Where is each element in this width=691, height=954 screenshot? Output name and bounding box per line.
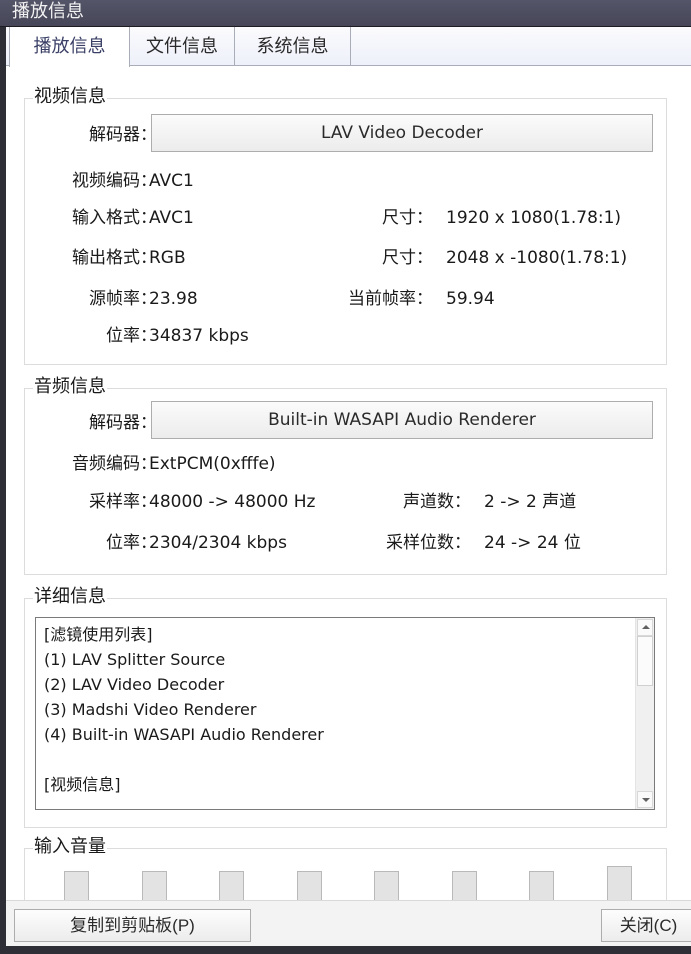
playback-info-dialog: 播放信息 文件信息 系统信息 视频信息 解码器： LAV Video Decod… [6,27,691,948]
tab-system-info[interactable]: 系统信息 [235,27,351,66]
detail-line: (3) Madshi Video Renderer [44,700,257,719]
bit-depth-value: 24 -> 24 位 [484,533,581,553]
source-fps-label: 源帧率： [89,289,157,309]
dialog-footer: 复制到剪贴板(P) 关闭(C) [6,900,691,948]
sample-rate-label: 采样率： [89,492,157,512]
tab-file-info[interactable]: 文件信息 [130,27,235,66]
input-format-label: 输入格式： [72,208,157,228]
detail-info-title: 详细信息 [33,586,107,608]
audio-bitrate-value: 2304/2304 kbps [149,533,287,553]
audio-info-title: 音频信息 [33,376,107,398]
detail-line [44,747,324,772]
arrow-up-icon [642,625,650,629]
current-fps-label: 当前帧率： [348,289,433,309]
channels-label: 声道数： [403,492,471,512]
detail-line: (2) LAV Video Decoder [44,675,225,694]
video-decoder-button[interactable]: LAV Video Decoder [151,114,653,152]
video-codec-value: AVC1 [149,171,194,191]
tab-playback-info[interactable]: 播放信息 [9,27,130,67]
sample-rate-value: 48000 -> 48000 Hz [149,492,316,512]
video-codec-label: 视频编码： [72,171,157,191]
output-format-label: 输出格式： [72,248,157,268]
scroll-thumb[interactable] [637,636,653,686]
video-info-group: 视频信息 解码器： LAV Video Decoder 视频编码： AVC1 输… [24,86,667,365]
detail-line: [视频信息] [44,775,121,794]
volume-meter-bar [142,871,167,901]
output-size-label: 尺寸： [382,248,433,268]
volume-meter-bar [529,871,554,901]
detail-info-group: 详细信息 [滤镜使用列表] (1) LAV Splitter Source (2… [24,586,667,828]
video-bitrate-value: 34837 kbps [149,326,249,346]
detail-line: (1) LAV Splitter Source [44,650,226,669]
detail-textarea[interactable]: [滤镜使用列表] (1) LAV Splitter Source (2) LAV… [35,617,655,810]
title-bar[interactable]: 播放信息 [0,0,691,27]
input-size-value: 1920 x 1080(1.78:1) [446,208,622,228]
detail-line: (4) Built-in WASAPI Audio Renderer [44,725,324,744]
scroll-up-button[interactable] [637,619,653,636]
channels-value: 2 -> 2 声道 [484,492,577,512]
output-format-value: RGB [149,248,186,268]
output-size-value: 2048 x -1080(1.78:1) [446,248,628,268]
video-info-title: 视频信息 [33,86,107,108]
bit-depth-label: 采样位数： [386,533,471,553]
audio-codec-label: 音频编码： [72,454,157,474]
arrow-down-icon [642,798,650,802]
audio-decoder-button[interactable]: Built-in WASAPI Audio Renderer [151,401,653,439]
input-size-label: 尺寸： [382,208,433,228]
detail-line: [滤镜使用列表] [44,625,153,644]
volume-meter-bar [64,871,89,901]
volume-meter-bar [219,871,244,901]
window-frame-bottom [0,946,691,954]
window-title: 播放信息 [12,1,84,22]
input-volume-title: 输入音量 [33,836,107,858]
scroll-down-button[interactable] [637,791,653,808]
volume-meter-bar [297,871,322,901]
input-format-value: AVC1 [149,208,194,228]
detail-lines: [滤镜使用列表] (1) LAV Splitter Source (2) LAV… [44,622,324,797]
volume-meter-bar [374,871,399,901]
current-fps-value: 59.94 [446,289,495,309]
audio-decoder-label: 解码器： [89,413,157,433]
close-button[interactable]: 关闭(C) [601,909,691,942]
detail-scrollbar[interactable] [635,618,654,809]
volume-meter-bar [607,866,632,901]
tab-bar: 播放信息 文件信息 系统信息 [6,27,691,67]
volume-meter-bar [452,871,477,901]
audio-info-group: 音频信息 解码器： Built-in WASAPI Audio Renderer… [24,376,667,575]
copy-to-clipboard-button[interactable]: 复制到剪贴板(P) [14,909,251,942]
video-decoder-label: 解码器： [89,125,157,145]
source-fps-value: 23.98 [149,289,198,309]
audio-codec-value: ExtPCM(0xfffe) [149,454,276,474]
